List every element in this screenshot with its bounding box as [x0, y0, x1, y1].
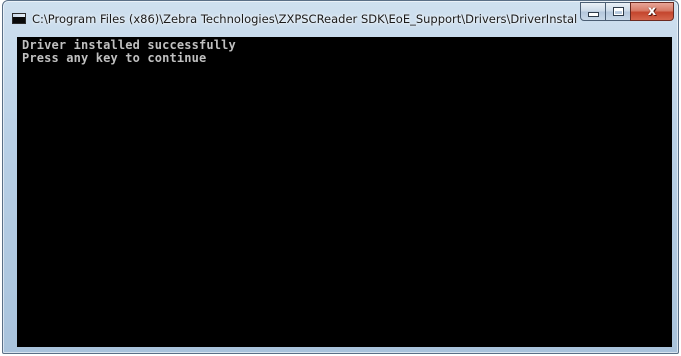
maximize-button[interactable] — [605, 2, 631, 21]
close-button[interactable]: x — [630, 2, 674, 21]
console-window: C:\Program Files (x86)\Zebra Technologie… — [2, 0, 679, 354]
console-line: Press any key to continue — [22, 51, 207, 65]
window-title: C:\Program Files (x86)\Zebra Technologie… — [32, 12, 577, 26]
console-app-icon[interactable] — [12, 13, 26, 24]
caption-buttons: x — [580, 2, 675, 22]
minimize-icon — [587, 12, 599, 17]
close-icon: x — [647, 4, 657, 19]
maximize-icon — [612, 7, 624, 16]
minimize-button[interactable] — [580, 2, 606, 21]
console-output-area[interactable]: Driver installed successfully Press any … — [17, 37, 672, 347]
title-bar[interactable]: C:\Program Files (x86)\Zebra Technologie… — [3, 1, 678, 37]
